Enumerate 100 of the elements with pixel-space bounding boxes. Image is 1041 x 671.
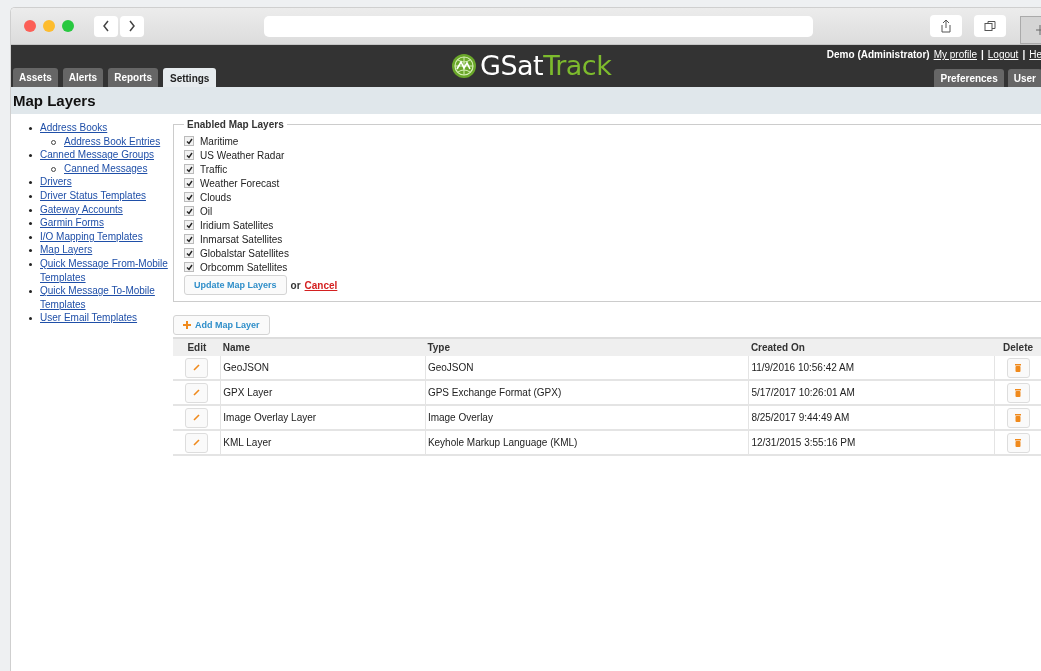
new-tab-button[interactable]: [1020, 16, 1041, 44]
bullet-icon: [29, 208, 32, 212]
globe-logo-icon: [451, 52, 477, 79]
sidebar-link[interactable]: Canned Message Groups: [40, 148, 154, 162]
bullet-icon: [29, 222, 32, 226]
table-cell: Image Overlay Layer: [220, 405, 426, 430]
trash-icon: [1015, 438, 1022, 447]
table-cell: Keyhole Markup Language (KML): [425, 430, 749, 455]
table-cell: 12/31/2015 3:55:16 PM: [748, 430, 995, 455]
bullet-icon: [29, 262, 32, 266]
bullet-icon: [29, 290, 32, 294]
edit-button[interactable]: [185, 382, 209, 403]
checkbox[interactable]: [184, 220, 194, 230]
checkbox-label: Inmarsat Satellites: [200, 233, 283, 245]
zoom-window-icon[interactable]: [62, 20, 74, 32]
edit-button[interactable]: [185, 357, 209, 378]
table-cell: 5/17/2017 10:26:01 AM: [748, 380, 995, 405]
delete-button[interactable]: [1006, 432, 1030, 453]
bullet-icon: [29, 317, 32, 321]
checkbox[interactable]: [184, 234, 194, 244]
trash-icon: [1015, 388, 1022, 397]
nav-tab[interactable]: Preferences: [934, 69, 1004, 87]
sidebar-link[interactable]: Address Book Entries: [64, 134, 161, 149]
add-layer-button[interactable]: Add Map Layer: [173, 315, 270, 335]
forward-button[interactable]: [120, 15, 144, 37]
table-cell: Image Overlay: [425, 405, 749, 430]
checkbox-label: US Weather Radar: [200, 149, 285, 161]
close-window-icon[interactable]: [24, 20, 36, 32]
table-cell: GeoJSON: [425, 356, 749, 380]
edit-button[interactable]: [185, 432, 209, 453]
sidebar-link[interactable]: Canned Messages: [64, 161, 148, 176]
minimize-window-icon[interactable]: [43, 20, 55, 32]
trash-icon: [1015, 363, 1022, 372]
sidebar-link[interactable]: I/O Mapping Templates: [40, 229, 143, 244]
page-title: Map Layers: [13, 92, 96, 109]
table-cell: 11/9/2016 10:56:42 AM: [748, 356, 995, 380]
header-link[interactable]: Logout: [987, 49, 1019, 60]
update-button[interactable]: Update Map Layers: [184, 275, 287, 295]
table-cell: GeoJSON: [220, 356, 426, 380]
nav-tab[interactable]: Assets: [13, 68, 58, 87]
nav-tab[interactable]: Alerts: [62, 68, 104, 87]
column-header: Edit: [173, 338, 221, 356]
address-field[interactable]: [264, 15, 813, 37]
checkbox[interactable]: [184, 178, 194, 188]
sidebar-link[interactable]: Driver Status Templates: [40, 188, 146, 203]
nav-tab[interactable]: User: [1007, 69, 1041, 87]
delete-button[interactable]: [1006, 407, 1030, 428]
checkbox[interactable]: [184, 150, 194, 160]
bullet-icon: [29, 235, 32, 239]
or-text: or: [290, 279, 301, 291]
pencil-icon: [193, 389, 201, 396]
checkbox[interactable]: [184, 262, 194, 272]
pencil-icon: [193, 414, 201, 421]
back-button[interactable]: [94, 15, 118, 37]
checkbox-label: Weather Forecast: [200, 177, 280, 189]
sidebar-link[interactable]: Quick Message From-Mobile Templates: [40, 256, 171, 285]
checkbox[interactable]: [184, 192, 194, 202]
sidebar-link[interactable]: Drivers: [40, 175, 72, 189]
cancel-link[interactable]: Cancel: [304, 279, 338, 291]
table-cell: GPX Layer: [220, 380, 426, 405]
tabs-icon: [984, 20, 996, 32]
sidebar-link[interactable]: Quick Message To-Mobile Templates: [40, 284, 171, 312]
plus-icon: [1035, 25, 1041, 35]
sidebar-link[interactable]: Gateway Accounts: [40, 202, 123, 217]
checkbox[interactable]: [184, 136, 194, 146]
column-header: Delete: [994, 338, 1041, 356]
checkbox[interactable]: [184, 248, 194, 258]
delete-button[interactable]: [1006, 382, 1030, 403]
column-header: Name: [220, 338, 426, 356]
checkbox-label: Globalstar Satellites: [200, 247, 289, 259]
sidebar-link[interactable]: User Email Templates: [40, 311, 138, 325]
delete-button[interactable]: [1006, 357, 1030, 378]
nav-tab[interactable]: Reports: [108, 68, 158, 87]
header-link[interactable]: My profile: [933, 49, 977, 60]
panel-legend: Enabled Map Layers: [184, 119, 287, 130]
user-name: Demo (Administrator): [826, 49, 930, 60]
logo-text: GSatTrack: [480, 50, 612, 81]
chevron-right-icon: [128, 20, 136, 32]
checkbox-label: Clouds: [200, 191, 232, 203]
share-button[interactable]: [930, 15, 962, 37]
tabs-button[interactable]: [974, 15, 1006, 37]
table-cell: 8/25/2017 9:44:49 AM: [748, 405, 995, 430]
separator-text: |: [981, 49, 984, 60]
separator-text: |: [1022, 49, 1026, 60]
header-link[interactable]: He: [1029, 49, 1041, 60]
sidebar-link[interactable]: Address Books: [40, 121, 108, 135]
pencil-icon: [193, 364, 201, 371]
checkbox[interactable]: [184, 206, 194, 216]
checkbox-label: Iridium Satellites: [200, 219, 274, 231]
share-icon: [940, 19, 952, 33]
plus-icon: [183, 321, 191, 329]
sidebar-link[interactable]: Map Layers: [40, 243, 93, 257]
sidebar-link[interactable]: Garmin Forms: [40, 216, 104, 230]
edit-button[interactable]: [185, 407, 209, 428]
checkbox-label: Traffic: [200, 163, 228, 175]
chevron-left-icon: [102, 20, 110, 32]
checkbox[interactable]: [184, 164, 194, 174]
bullet-icon: [29, 181, 32, 185]
table-cell: GPS Exchange Format (GPX): [425, 380, 749, 405]
nav-tab[interactable]: Settings: [162, 68, 217, 87]
